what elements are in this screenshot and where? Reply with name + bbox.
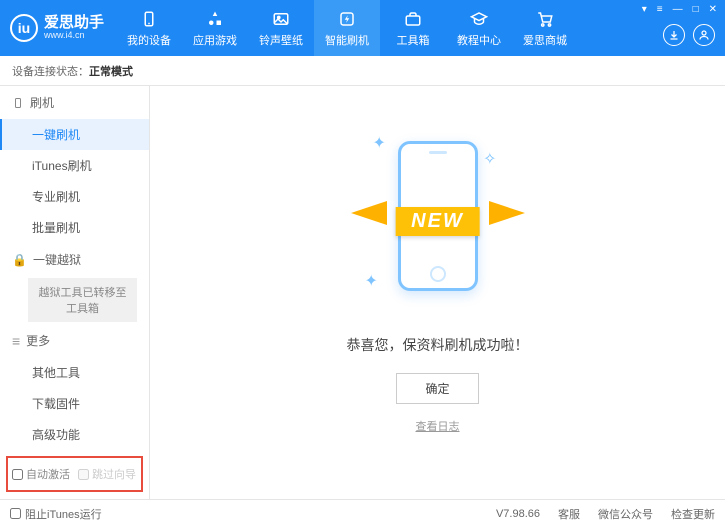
main-content: ✦ ✧ ✦ NEW 恭喜您，保资料刷机成功啦！ 确定 查看日志 [150, 86, 725, 499]
sidebar-item-other[interactable]: 其他工具 [0, 357, 149, 388]
footer-update[interactable]: 检查更新 [671, 506, 715, 522]
connected-device[interactable]: iPhone 15 Pro Max 512GB iPhone [0, 496, 149, 499]
footer-bar: 阻止iTunes运行 V7.98.66 客服 微信公众号 检查更新 [0, 499, 725, 527]
sidebar-jailbreak-note[interactable]: 越狱工具已转移至工具箱 [28, 278, 137, 322]
sparkle-icon: ✧ [483, 149, 496, 169]
nav-store[interactable]: 爱思商城 [512, 0, 578, 56]
window-controls: ▾ ≡ — □ ✕ [642, 4, 717, 15]
sidebar-group-more[interactable]: ≡ 更多 [0, 324, 149, 357]
nav-ringtones[interactable]: 铃声壁纸 [248, 0, 314, 56]
view-log-link[interactable]: 查看日志 [416, 418, 460, 434]
brand-name: 爱思助手 [44, 15, 104, 32]
phone-icon [12, 97, 24, 109]
logo: iu 爱思助手 www.i4.cn [0, 14, 116, 42]
user-icon[interactable] [693, 24, 715, 46]
footer-support[interactable]: 客服 [558, 506, 580, 522]
lock-icon: 🔒 [12, 253, 27, 267]
auto-activate-checkbox[interactable]: 自动激活 [12, 466, 70, 482]
close-icon[interactable]: ✕ [709, 4, 717, 15]
device-icon [139, 9, 159, 29]
sparkle-icon: ✦ [365, 271, 378, 291]
sparkle-icon: ✦ [373, 133, 386, 153]
sidebar-item-firmware[interactable]: 下载固件 [0, 388, 149, 419]
footer-wechat[interactable]: 微信公众号 [598, 506, 653, 522]
more-icon: ≡ [12, 333, 20, 349]
connection-status: 设备连接状态：正常模式 [0, 56, 725, 86]
minimize-icon[interactable]: — [673, 4, 683, 15]
sidebar: 刷机 一键刷机 iTunes刷机 专业刷机 批量刷机 🔒 一键越狱 越狱工具已转… [0, 86, 150, 499]
cart-icon [535, 9, 555, 29]
app-header: iu 爱思助手 www.i4.cn 我的设备 应用游戏 铃声壁纸 智能刷机 工具… [0, 0, 725, 56]
new-ribbon: NEW [395, 207, 480, 236]
nav-apps-games[interactable]: 应用游戏 [182, 0, 248, 56]
block-itunes-checkbox[interactable]: 阻止iTunes运行 [10, 506, 102, 522]
skip-wizard-checkbox[interactable]: 跳过向导 [78, 466, 136, 482]
flash-icon [337, 9, 357, 29]
nav-smart-flash[interactable]: 智能刷机 [314, 0, 380, 56]
image-icon [271, 9, 291, 29]
sidebar-options-highlight: 自动激活 跳过向导 [6, 456, 143, 492]
download-icon[interactable] [663, 24, 685, 46]
menu-icon[interactable]: ▾ [642, 4, 647, 15]
sidebar-item-pro[interactable]: 专业刷机 [0, 181, 149, 212]
sidebar-item-oneclick[interactable]: 一键刷机 [0, 119, 149, 150]
success-message: 恭喜您，保资料刷机成功啦！ [347, 335, 529, 355]
options-icon[interactable]: ≡ [657, 4, 663, 15]
sidebar-group-flash[interactable]: 刷机 [0, 86, 149, 119]
apps-icon [205, 9, 225, 29]
version-label: V7.98.66 [496, 508, 540, 520]
nav-toolbox[interactable]: 工具箱 [380, 0, 446, 56]
sidebar-item-itunes[interactable]: iTunes刷机 [0, 150, 149, 181]
ribbon-left [351, 201, 387, 225]
logo-icon: iu [10, 14, 38, 42]
graduation-icon [469, 9, 489, 29]
sidebar-item-batch[interactable]: 批量刷机 [0, 212, 149, 243]
toolbox-icon [403, 9, 423, 29]
sidebar-group-jailbreak[interactable]: 🔒 一键越狱 [0, 243, 149, 276]
maximize-icon[interactable]: □ [693, 4, 699, 15]
success-illustration: ✦ ✧ ✦ NEW [353, 131, 523, 321]
ribbon-right [489, 201, 525, 225]
nav-tutorials[interactable]: 教程中心 [446, 0, 512, 56]
sidebar-item-advanced[interactable]: 高级功能 [0, 419, 149, 450]
nav-my-device[interactable]: 我的设备 [116, 0, 182, 56]
ok-button[interactable]: 确定 [396, 373, 478, 404]
brand-url: www.i4.cn [44, 31, 104, 41]
top-nav: 我的设备 应用游戏 铃声壁纸 智能刷机 工具箱 教程中心 爱思商城 [116, 0, 578, 56]
